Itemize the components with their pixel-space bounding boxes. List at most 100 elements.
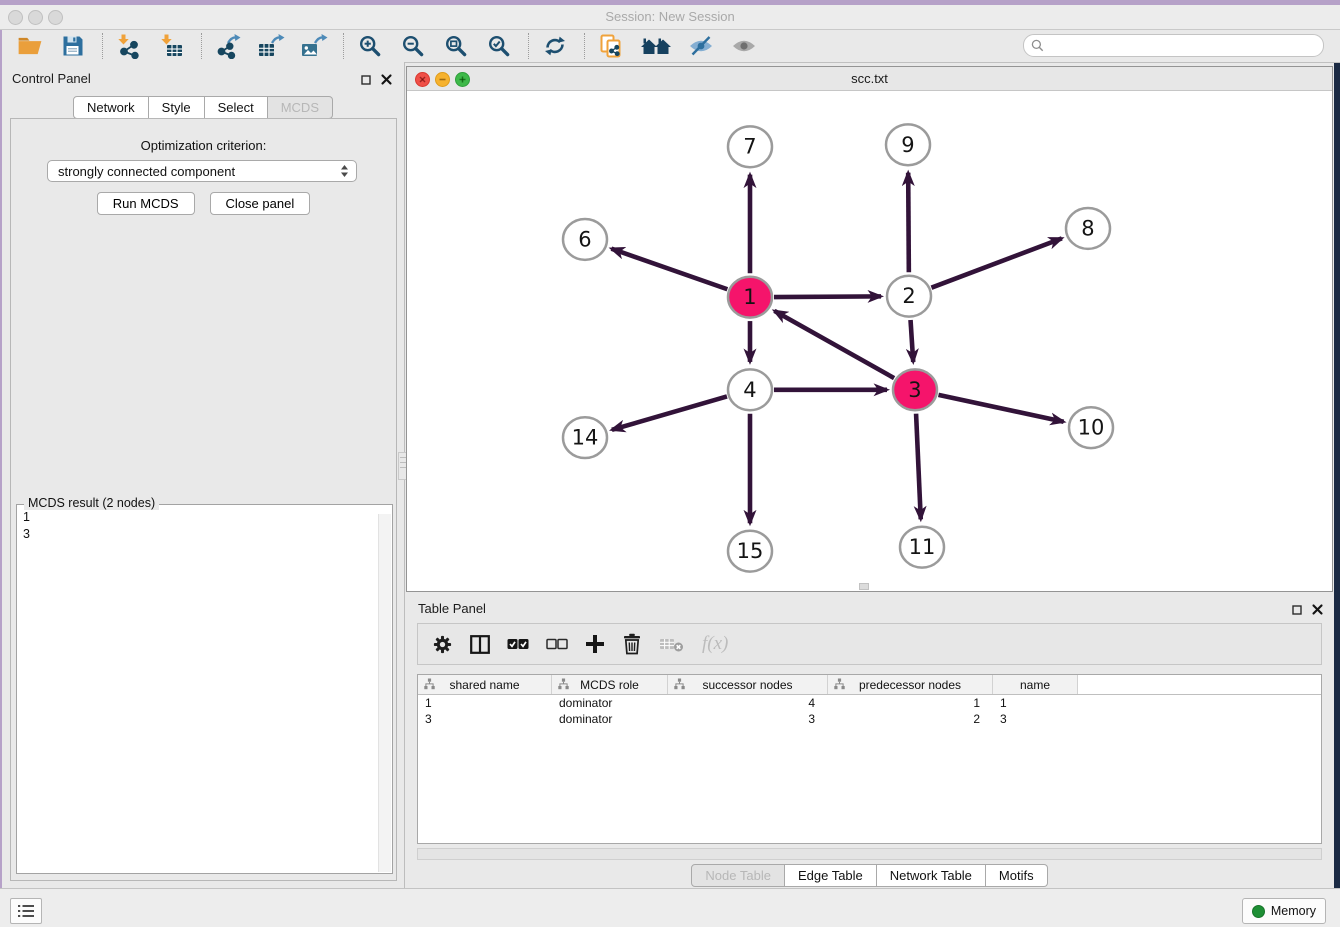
table-row[interactable]: 1dominator411	[418, 695, 1321, 711]
cell-predecessor-nodes[interactable]: 1	[828, 696, 993, 710]
zoom-fit-icon[interactable]	[440, 31, 472, 61]
column-header-mcds-role[interactable]: MCDS role	[552, 675, 668, 694]
run-mcds-button[interactable]: Run MCDS	[97, 192, 195, 215]
tab-edge-table[interactable]: Edge Table	[785, 864, 877, 887]
status-bar: Memory	[0, 888, 1340, 927]
clone-network-icon[interactable]	[595, 31, 627, 61]
node-1[interactable]: 1	[728, 277, 772, 318]
select-all-checkboxes-icon[interactable]	[507, 638, 529, 650]
export-network-icon[interactable]	[212, 31, 244, 61]
tab-style[interactable]: Style	[149, 96, 205, 119]
cell-name[interactable]: 3	[993, 712, 1078, 726]
memory-label: Memory	[1271, 904, 1316, 918]
settings-gear-icon[interactable]	[432, 634, 453, 655]
column-header-successor-nodes[interactable]: successor nodes	[668, 675, 828, 694]
tab-select[interactable]: Select	[205, 96, 268, 119]
float-table-panel-icon[interactable]	[1292, 602, 1302, 620]
node-8[interactable]: 8	[1066, 208, 1110, 249]
edge-2-3[interactable]	[911, 320, 914, 362]
cell-shared-name[interactable]: 3	[418, 712, 552, 726]
table-row[interactable]: 3dominator323	[418, 711, 1321, 727]
network-graph[interactable]: 7 9 6 8 1 2 4 3 14 10 15 11	[407, 91, 1332, 591]
column-header-shared-name[interactable]: shared name	[418, 675, 552, 694]
edge-3-10[interactable]	[938, 395, 1063, 422]
apply-function-icon: f(x)	[702, 633, 728, 655]
table-panel-title: Table Panel	[418, 601, 486, 616]
zoom-in-icon[interactable]	[354, 31, 386, 61]
task-history-button[interactable]	[10, 898, 42, 924]
import-table-icon[interactable]	[156, 31, 188, 61]
table-body: 1dominator4113dominator323	[418, 695, 1321, 727]
app-title: Session: New Session	[0, 9, 1340, 24]
result-scrollbar[interactable]	[378, 514, 391, 872]
save-session-icon[interactable]	[57, 31, 89, 61]
close-panel-button[interactable]: Close panel	[210, 192, 311, 215]
tab-mcds[interactable]: MCDS	[268, 96, 333, 119]
zoom-selected-icon[interactable]	[483, 31, 515, 61]
node-15[interactable]: 15	[728, 531, 772, 572]
search-field[interactable]	[1023, 34, 1324, 57]
node-14[interactable]: 14	[563, 417, 607, 458]
network-window-titlebar[interactable]: scc.txt	[407, 67, 1332, 91]
search-input[interactable]	[1049, 38, 1323, 54]
reset-layout-home-icon[interactable]	[638, 31, 674, 61]
cell-mcds-role[interactable]: dominator	[552, 712, 668, 726]
tab-motifs[interactable]: Motifs	[986, 864, 1048, 887]
tab-node-table[interactable]: Node Table	[691, 864, 785, 887]
deselect-all-checkboxes-icon[interactable]	[546, 638, 568, 650]
tab-network-table[interactable]: Network Table	[877, 864, 986, 887]
export-image-icon[interactable]	[298, 31, 330, 61]
node-3[interactable]: 3	[893, 369, 937, 410]
tab-network[interactable]: Network	[73, 96, 149, 119]
edge-3-11[interactable]	[916, 414, 921, 520]
edge-1-6[interactable]	[611, 249, 727, 290]
split-view-icon[interactable]	[470, 635, 490, 654]
node-6[interactable]: 6	[563, 219, 607, 260]
close-panel-icon[interactable]	[381, 72, 392, 90]
add-row-icon[interactable]	[585, 634, 605, 654]
refresh-view-icon[interactable]	[539, 31, 571, 61]
mcds-result-list: 13	[23, 509, 30, 542]
import-network-icon[interactable]	[113, 31, 145, 61]
memory-button[interactable]: Memory	[1242, 898, 1326, 924]
edge-2-8[interactable]	[931, 238, 1061, 287]
mcds-result-box[interactable]	[16, 504, 393, 874]
edge-2-9[interactable]	[908, 173, 909, 273]
edge-1-2[interactable]	[774, 296, 881, 297]
hide-graphics-details-icon[interactable]	[685, 31, 717, 61]
float-panel-icon[interactable]	[361, 72, 371, 90]
node-11[interactable]: 11	[900, 527, 944, 568]
toolbar-separator	[584, 33, 586, 59]
show-graphics-details-icon[interactable]	[728, 31, 760, 61]
node-7[interactable]: 7	[728, 126, 772, 167]
cell-successor-nodes[interactable]: 4	[668, 696, 828, 710]
node-2[interactable]: 2	[887, 276, 931, 317]
cell-predecessor-nodes[interactable]: 2	[828, 712, 993, 726]
cell-mcds-role[interactable]: dominator	[552, 696, 668, 710]
edge-4-14[interactable]	[612, 396, 727, 429]
export-table-icon[interactable]	[255, 31, 287, 61]
network-window-title: scc.txt	[407, 71, 1332, 86]
node-4[interactable]: 4	[728, 369, 772, 410]
toolbar-separator	[343, 33, 345, 59]
memory-status-icon	[1252, 905, 1265, 918]
criterion-select[interactable]: strongly connected component	[47, 160, 357, 182]
column-header-name[interactable]: name	[993, 675, 1078, 694]
open-session-icon[interactable]	[14, 31, 46, 61]
column-header-predecessor-nodes[interactable]: predecessor nodes	[828, 675, 993, 694]
main-toolbar	[2, 30, 1340, 63]
delete-row-icon[interactable]	[622, 633, 642, 655]
cell-shared-name[interactable]: 1	[418, 696, 552, 710]
canvas-resize-handle[interactable]	[859, 583, 869, 590]
zoom-out-icon[interactable]	[397, 31, 429, 61]
list-icon	[17, 904, 35, 918]
edge-3-1[interactable]	[774, 311, 894, 378]
cell-successor-nodes[interactable]: 3	[668, 712, 828, 726]
close-table-panel-icon[interactable]	[1312, 602, 1323, 620]
cell-name[interactable]: 1	[993, 696, 1078, 710]
node-9[interactable]: 9	[886, 124, 930, 165]
node-10[interactable]: 10	[1069, 407, 1113, 448]
result-line: 3	[23, 526, 30, 543]
network-canvas[interactable]: 7 9 6 8 1 2 4 3 14 10 15 11	[407, 91, 1332, 591]
table-scrollbar[interactable]	[417, 848, 1322, 860]
